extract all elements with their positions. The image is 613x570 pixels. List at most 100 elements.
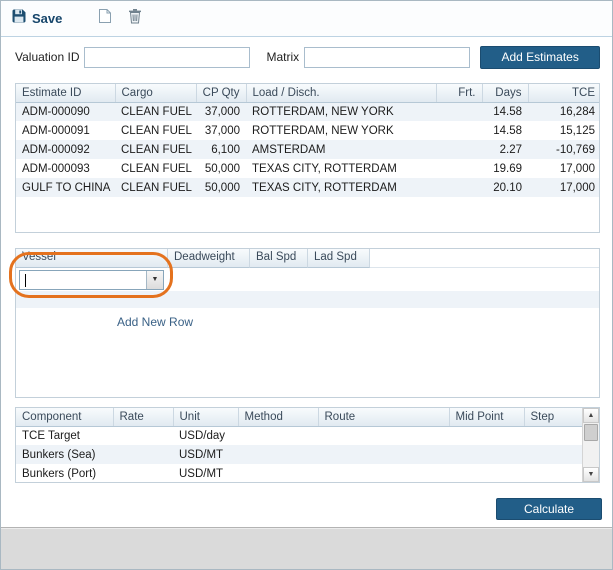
scroll-down-icon: ▼ [588, 471, 595, 478]
header-filler [370, 249, 599, 268]
cell-step [524, 426, 582, 445]
cell-tce: 15,125 [528, 121, 600, 140]
cell-load-disch: TEXAS CITY, ROTTERDAM [246, 178, 436, 197]
vessel-entry-row: ▼ [16, 268, 599, 291]
col-header-step: Step [524, 408, 582, 426]
cell-cargo: CLEAN FUEL [115, 140, 196, 159]
chevron-down-icon: ▼ [152, 276, 159, 283]
cell-days: 2.27 [482, 140, 528, 159]
col-header-rate: Rate [113, 408, 173, 426]
cell-cargo: CLEAN FUEL [115, 102, 196, 121]
text-caret [25, 274, 26, 287]
cell-route [318, 445, 449, 464]
cell-cp-qty: 6,100 [196, 140, 246, 159]
cell-load-disch: ROTTERDAM, NEW YORK [246, 121, 436, 140]
matrix-label: Matrix [266, 50, 299, 64]
cell-estimate-id: ADM-000092 [16, 140, 115, 159]
vessel-grid: Vessel Deadweight Bal Spd Lad Spd ▼ Add … [15, 248, 600, 398]
cell-cp-qty: 50,000 [196, 178, 246, 197]
cell-frt [436, 121, 482, 140]
vessel-dropdown-button[interactable]: ▼ [146, 271, 163, 289]
cell-unit: USD/day [173, 426, 238, 445]
estimate-row[interactable]: ADM-000093 CLEAN FUEL 50,000 TEXAS CITY,… [16, 159, 600, 178]
cell-method [238, 464, 318, 482]
valuation-window: Save Valu [0, 0, 613, 570]
toolbar: Save [1, 1, 612, 37]
cell-frt [436, 159, 482, 178]
cell-route [318, 464, 449, 482]
scroll-down-button[interactable]: ▼ [583, 467, 599, 482]
components-table-wrap: Component Rate Unit Method Route Mid Poi… [16, 408, 582, 482]
scrollbar-thumb[interactable] [584, 424, 598, 441]
estimate-row[interactable]: GULF TO CHINA CLEAN FUEL 50,000 TEXAS CI… [16, 178, 600, 197]
cell-mid-point [449, 445, 524, 464]
add-estimates-button[interactable]: Add Estimates [480, 46, 600, 69]
component-row[interactable]: Bunkers (Port) USD/MT [16, 464, 582, 482]
col-header-tce: TCE [528, 84, 600, 102]
save-button[interactable]: Save [11, 8, 62, 29]
cell-days: 14.58 [482, 121, 528, 140]
cell-mid-point [449, 464, 524, 482]
delete-button[interactable] [128, 8, 142, 29]
estimate-row[interactable]: ADM-000090 CLEAN FUEL 37,000 ROTTERDAM, … [16, 102, 600, 121]
cell-days: 20.10 [482, 178, 528, 197]
cell-load-disch: AMSTERDAM [246, 140, 436, 159]
col-header-unit: Unit [173, 408, 238, 426]
cell-cp-qty: 37,000 [196, 121, 246, 140]
cell-unit: USD/MT [173, 445, 238, 464]
col-header-frt: Frt. [436, 84, 482, 102]
vertical-scrollbar[interactable]: ▲ ▼ [582, 408, 599, 482]
footer [1, 527, 612, 569]
component-row[interactable]: TCE Target USD/day [16, 426, 582, 445]
col-header-component: Component [16, 408, 113, 426]
cell-tce: 16,284 [528, 102, 600, 121]
estimate-row[interactable]: ADM-000091 CLEAN FUEL 37,000 ROTTERDAM, … [16, 121, 600, 140]
cell-rate[interactable] [113, 464, 173, 482]
cell-days: 19.69 [482, 159, 528, 178]
cell-cargo: CLEAN FUEL [115, 121, 196, 140]
col-header-lad-spd: Lad Spd [308, 249, 370, 268]
cell-load-disch: ROTTERDAM, NEW YORK [246, 102, 436, 121]
cell-method [238, 426, 318, 445]
document-icon [98, 8, 112, 29]
matrix-input[interactable] [304, 47, 470, 68]
cell-method [238, 445, 318, 464]
cell-rate[interactable] [113, 445, 173, 464]
new-document-button[interactable] [98, 8, 112, 29]
estimate-row[interactable]: ADM-000092 CLEAN FUEL 6,100 AMSTERDAM 2.… [16, 140, 600, 159]
scroll-up-button[interactable]: ▲ [583, 408, 599, 423]
filter-row: Valuation ID Matrix Add Estimates [15, 45, 602, 69]
col-header-deadweight: Deadweight [168, 249, 250, 268]
cell-frt [436, 178, 482, 197]
col-header-cp-qty: CP Qty [196, 84, 246, 102]
empty-grid-band [16, 291, 599, 308]
trash-icon [128, 8, 142, 29]
components-grid: Component Rate Unit Method Route Mid Poi… [15, 407, 600, 483]
col-header-days: Days [482, 84, 528, 102]
cell-unit: USD/MT [173, 464, 238, 482]
vessel-combobox[interactable]: ▼ [19, 270, 164, 290]
col-header-estimate-id: Estimate ID [16, 84, 115, 102]
component-row[interactable]: Bunkers (Sea) USD/MT [16, 445, 582, 464]
cell-estimate-id: GULF TO CHINA [16, 178, 115, 197]
valuation-id-label: Valuation ID [15, 50, 79, 64]
cell-cargo: CLEAN FUEL [115, 178, 196, 197]
valuation-id-input[interactable] [84, 47, 250, 68]
cell-load-disch: TEXAS CITY, ROTTERDAM [246, 159, 436, 178]
cell-cp-qty: 50,000 [196, 159, 246, 178]
cell-rate[interactable] [113, 426, 173, 445]
col-header-method: Method [238, 408, 318, 426]
add-new-row-link[interactable]: Add New Row [117, 315, 193, 329]
cell-estimate-id: ADM-000090 [16, 102, 115, 121]
cell-mid-point [449, 426, 524, 445]
col-header-load-disch: Load / Disch. [246, 84, 436, 102]
estimates-grid: Estimate ID Cargo CP Qty Load / Disch. F… [15, 83, 600, 233]
cell-step [524, 445, 582, 464]
cell-tce: 17,000 [528, 178, 600, 197]
cell-cp-qty: 37,000 [196, 102, 246, 121]
col-header-mid-point: Mid Point [449, 408, 524, 426]
calculate-button[interactable]: Calculate [496, 498, 602, 520]
vessel-input[interactable] [20, 271, 146, 289]
cell-step [524, 464, 582, 482]
cell-cargo: CLEAN FUEL [115, 159, 196, 178]
